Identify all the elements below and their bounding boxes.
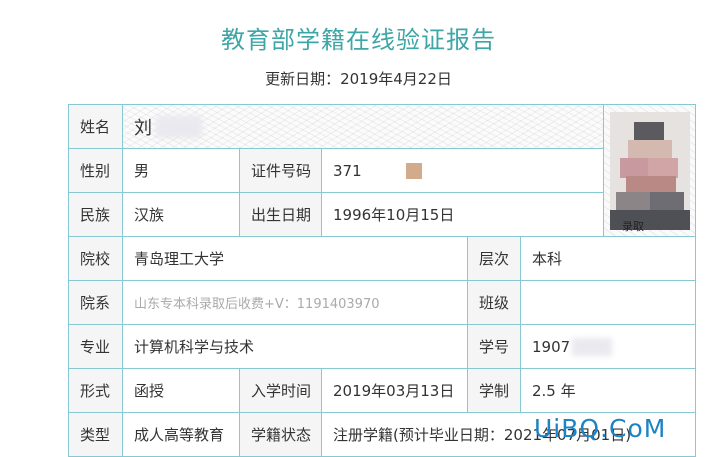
photo-caption: 录取 (622, 220, 644, 233)
name-label: 姓名 (69, 105, 123, 149)
student-photo: 录取 (604, 105, 696, 237)
update-date: 更新日期：2019年4月22日 (265, 70, 452, 88)
name-value: 刘 (134, 117, 152, 139)
form-value: 函授 (123, 369, 240, 413)
id-redaction (405, 162, 422, 179)
enroll-label: 入学时间 (240, 369, 322, 413)
name-redaction (156, 115, 202, 138)
level-value: 本科 (521, 237, 696, 281)
enroll-value: 2019年03月13日 (322, 369, 468, 413)
student-no-label: 学号 (468, 325, 521, 369)
duration-label: 学制 (468, 369, 521, 413)
class-label: 班级 (468, 281, 521, 325)
birth-label: 出生日期 (240, 193, 322, 237)
student-no-cell: 1907 (521, 325, 696, 369)
school-value: 青岛理工大学 (123, 237, 468, 281)
duration-value: 2.5 年 (521, 369, 696, 413)
major-value: 计算机科学与技术 (123, 325, 468, 369)
school-label: 院校 (69, 237, 123, 281)
class-value (521, 281, 696, 325)
type-value: 成人高等教育 (123, 413, 240, 457)
id-value-cell: 371 (322, 149, 604, 193)
birth-value: 1996年10月15日 (322, 193, 604, 237)
student-record-table: 姓名 刘 性别 男 证件号码 371 民族 汉族 出生日期 1996年10月15… (68, 104, 696, 457)
photo-image (609, 112, 690, 230)
student-no-value: 1907 (532, 337, 571, 356)
status-label: 学籍状态 (240, 413, 322, 457)
ethnicity-label: 民族 (69, 193, 123, 237)
id-label: 证件号码 (240, 149, 322, 193)
ethnicity-value: 汉族 (123, 193, 240, 237)
level-label: 层次 (468, 237, 521, 281)
form-label: 形式 (69, 369, 123, 413)
gender-label: 性别 (69, 149, 123, 193)
id-value: 371 (333, 161, 362, 180)
name-value-cell: 刘 (123, 105, 604, 149)
department-value: 山东专本科录取后收费+V：1191403970 (123, 281, 468, 325)
site-watermark: UiBQ.CoM (534, 414, 667, 443)
report-title: 教育部学籍在线验证报告 (221, 26, 496, 54)
type-label: 类型 (69, 413, 123, 457)
department-label: 院系 (69, 281, 123, 325)
major-label: 专业 (69, 325, 123, 369)
gender-value: 男 (123, 149, 240, 193)
student-no-redaction (572, 337, 613, 356)
